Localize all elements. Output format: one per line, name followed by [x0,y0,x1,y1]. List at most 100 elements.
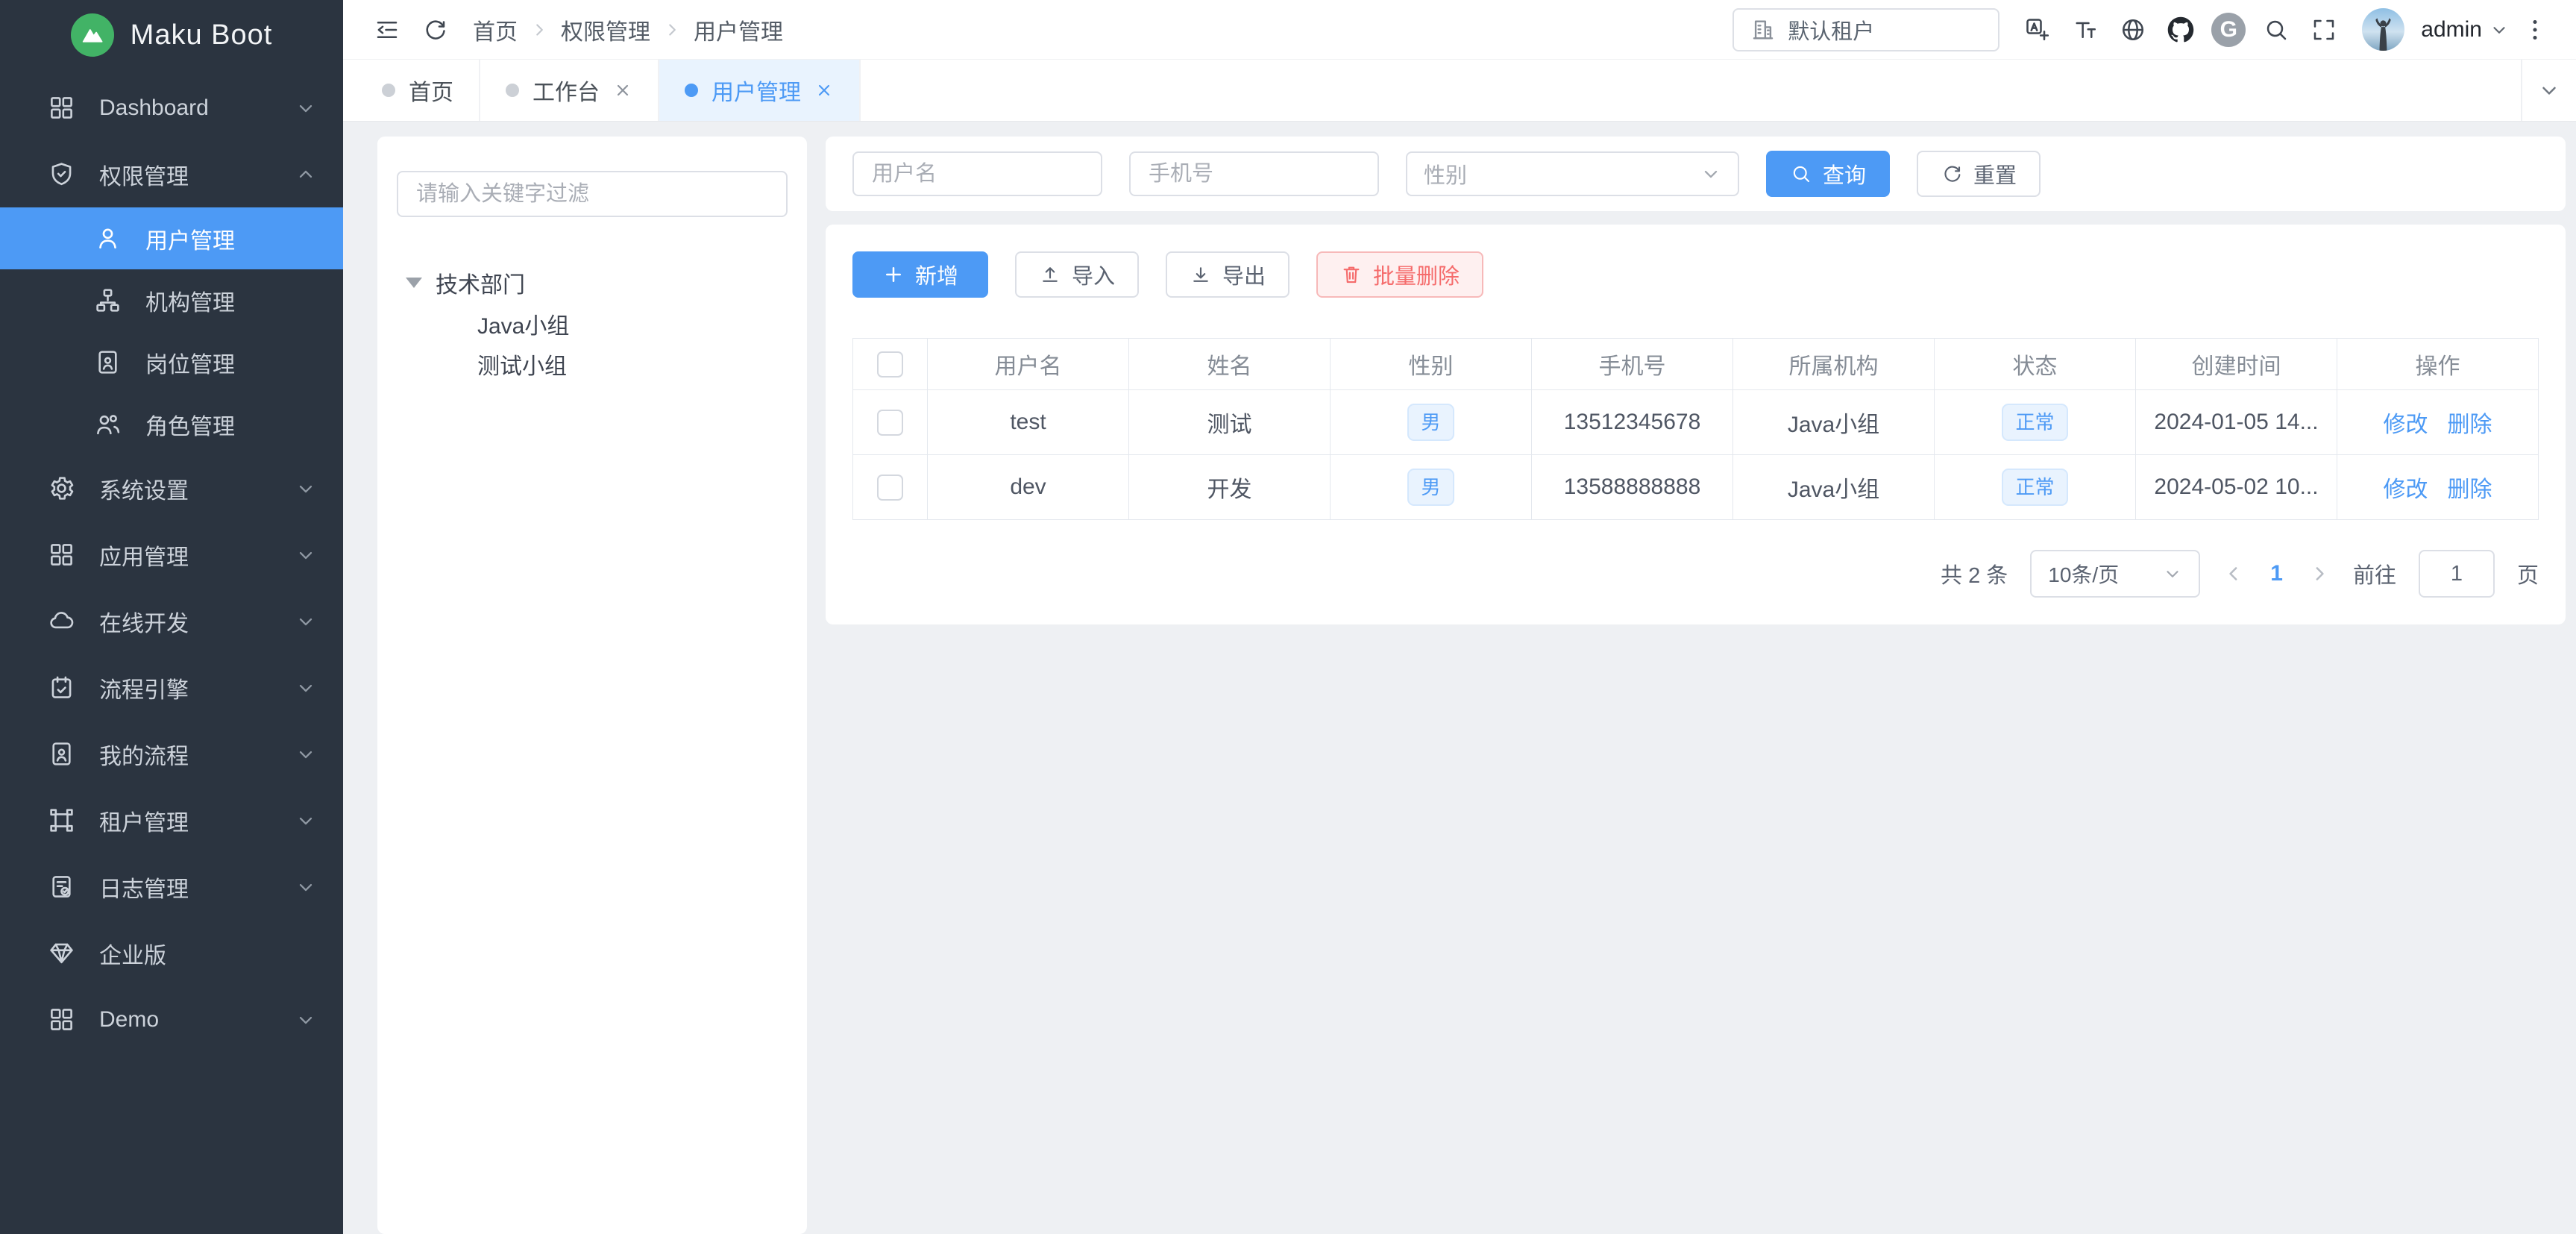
breadcrumb-item[interactable]: 权限管理 [561,13,650,46]
sidebar-item-应用管理[interactable]: 应用管理 [0,522,343,588]
collapse-sidebar-icon[interactable] [365,8,409,51]
goto-page-input[interactable] [2419,550,2495,598]
close-icon[interactable] [814,81,834,100]
fullscreen-icon[interactable] [2302,8,2346,51]
tree-node-测试小组[interactable]: 测试小组 [397,344,788,384]
more-options-icon[interactable] [2513,8,2557,51]
user-menu[interactable]: admin [2421,17,2509,43]
header: 首页 权限管理 用户管理 默认租户 G admin [343,0,2576,60]
export-button[interactable]: 导出 [1166,251,1289,298]
org-tree-panel: 技术部门 Java小组测试小组 [377,137,807,1234]
page-number[interactable]: 1 [2270,561,2283,586]
sidebar-item-企业版[interactable]: 企业版 [0,920,343,986]
refresh-page-icon[interactable] [413,8,456,51]
username-cell: test [928,390,1129,455]
shield-check-icon [48,160,75,188]
sidebar-item-Demo[interactable]: Demo [0,986,343,1053]
sidebar-item-Dashboard[interactable]: Dashboard [0,75,343,141]
search-icon[interactable] [2255,8,2298,51]
edit-link[interactable]: 修改 [2384,413,2428,437]
gender-badge: 男 [1407,404,1454,441]
tab-用户管理[interactable]: 用户管理 [659,60,861,121]
sidebar-item-在线开发[interactable]: 在线开发 [0,588,343,654]
tab-dot [685,84,698,97]
column-header-创建时间: 创建时间 [2136,339,2337,390]
sidebar-item-我的流程[interactable]: 我的流程 [0,721,343,787]
add-button[interactable]: 新增 [852,251,988,298]
avatar[interactable] [2362,8,2404,51]
cloud-icon [48,607,75,635]
breadcrumb-item[interactable]: 首页 [473,13,518,46]
content: 技术部门 Java小组测试小组 性别 查询 重置 [343,122,2576,1234]
sidebar-item-流程引擎[interactable]: 流程引擎 [0,654,343,721]
column-header-手机号: 手机号 [1532,339,1733,390]
prev-page-button[interactable] [2222,563,2245,585]
status-cell: 正常 [1935,455,2136,520]
sidebar-item-租户管理[interactable]: 租户管理 [0,787,343,854]
org-cell: Java小组 [1733,390,1935,455]
batch-delete-button[interactable]: 批量删除 [1316,251,1483,298]
sidebar-item-机构管理[interactable]: 机构管理 [0,269,343,331]
chevron-down-icon [295,677,316,698]
close-icon[interactable] [613,81,632,100]
tenant-select[interactable]: 默认租户 [1732,8,1999,51]
row-select-cell [853,455,928,520]
next-page-button[interactable] [2308,563,2331,585]
tab-label: 首页 [409,74,453,107]
sidebar-item-日志管理[interactable]: 日志管理 [0,854,343,920]
select-all-checkbox[interactable] [877,351,903,378]
import-button[interactable]: 导入 [1015,251,1139,298]
trash-icon [1340,263,1363,286]
tab-工作台[interactable]: 工作台 [480,60,659,121]
edit-link[interactable]: 修改 [2384,477,2428,502]
sidebar-item-角色管理[interactable]: 角色管理 [0,393,343,455]
font-size-icon[interactable] [2064,8,2107,51]
column-header-用户名: 用户名 [928,339,1129,390]
tab-首页[interactable]: 首页 [356,60,480,121]
name-cell: 测试 [1129,390,1331,455]
column-header-性别: 性别 [1331,339,1532,390]
sidebar: Maku Boot Dashboard权限管理用户管理机构管理岗位管理角色管理系… [0,0,343,1234]
sidebar-item-用户管理[interactable]: 用户管理 [0,207,343,269]
tree-node-root[interactable]: 技术部门 [397,262,788,304]
chevron-down-icon [2489,20,2509,40]
breadcrumb-item[interactable]: 用户管理 [694,13,783,46]
mobile-input[interactable] [1129,151,1379,196]
created-cell: 2024-01-05 14... [2136,390,2337,455]
tree-filter-input[interactable] [397,171,788,217]
org-icon [94,286,122,314]
tree-node-Java小组[interactable]: Java小组 [397,304,788,344]
reset-button[interactable]: 重置 [1917,151,2041,197]
sidebar-item-label: 岗位管理 [145,346,316,379]
chevron-down-icon [295,545,316,566]
tree-node-label: Java小组 [477,307,569,340]
page-unit: 页 [2517,558,2539,589]
tab-label: 工作台 [533,74,600,107]
gender-select[interactable]: 性别 [1406,151,1739,196]
username-input[interactable] [852,151,1102,196]
doc-user-icon [48,740,75,768]
row-checkbox[interactable] [877,410,903,436]
github-icon[interactable] [2159,8,2202,51]
chevron-up-icon [295,164,316,185]
globe-icon[interactable] [2111,8,2155,51]
app-logo[interactable]: Maku Boot [0,0,343,70]
tree-children: Java小组测试小组 [397,304,788,384]
query-button[interactable]: 查询 [1766,151,1890,197]
status-cell: 正常 [1935,390,2136,455]
translate-icon[interactable] [2016,8,2059,51]
page-size-select[interactable]: 10条/页 [2030,550,2200,598]
sidebar-item-系统设置[interactable]: 系统设置 [0,455,343,522]
doc-check-icon [48,873,75,901]
tabs-dropdown-button[interactable] [2521,60,2576,121]
sidebar-item-岗位管理[interactable]: 岗位管理 [0,331,343,393]
tab-dot [382,84,395,97]
delete-link[interactable]: 删除 [2448,413,2492,437]
column-header-状态: 状态 [1935,339,2136,390]
actions-cell: 修改删除 [2337,455,2539,520]
row-checkbox[interactable] [877,475,903,501]
gitee-icon[interactable]: G [2207,8,2250,51]
tenant-select-value: 默认租户 [1788,14,1874,46]
delete-link[interactable]: 删除 [2448,477,2492,502]
sidebar-item-权限管理[interactable]: 权限管理 [0,141,343,207]
